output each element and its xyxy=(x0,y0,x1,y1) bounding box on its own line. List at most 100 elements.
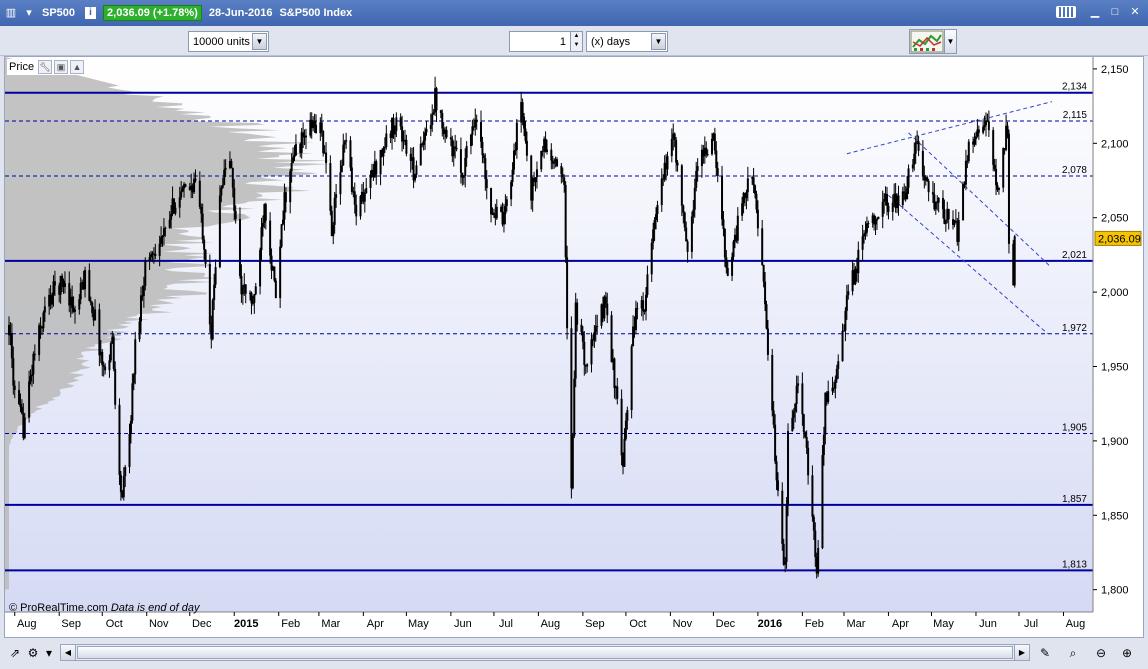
period-value[interactable]: 1 xyxy=(510,36,570,48)
candle-body xyxy=(624,420,627,439)
scroll-thumb[interactable] xyxy=(77,646,1013,659)
candle-body xyxy=(787,431,790,505)
candle-body xyxy=(964,160,967,185)
candle-body xyxy=(722,219,725,230)
minimize-button[interactable]: ▁ xyxy=(1088,5,1102,19)
period-unit-select[interactable]: (x) days ▼ xyxy=(586,31,668,52)
close-button[interactable]: ✕ xyxy=(1128,5,1142,19)
title-bar[interactable]: ▥ ▾ SP500 i 2,036.09 (+1.78%) 28-Jun-201… xyxy=(0,0,1148,26)
candle-body xyxy=(150,254,153,258)
horizontal-scrollbar[interactable]: ◀ ▶ xyxy=(60,644,1030,661)
x-tick-label: Sep xyxy=(585,618,605,630)
price-chart[interactable]: 2,134 2,115 2,078 2,021 1,972 1,905 1,857 1,813… xyxy=(4,56,1144,638)
keyboard-icon[interactable] xyxy=(1056,6,1076,18)
x-tick-label: Feb xyxy=(281,618,300,630)
x-tick-label: Aug xyxy=(541,618,561,630)
candle-body xyxy=(53,281,56,286)
candle-body xyxy=(230,160,233,168)
info-icon[interactable]: i xyxy=(85,7,97,19)
candle-body xyxy=(282,219,285,225)
candle-body xyxy=(42,312,45,329)
candle-body xyxy=(102,365,105,367)
candle-body xyxy=(290,162,293,172)
y-tick-label: 2,150 xyxy=(1101,64,1129,76)
candle-body xyxy=(897,195,900,206)
candle-body xyxy=(464,157,467,177)
candle-body xyxy=(78,299,81,310)
zoom-auto-icon[interactable]: ⌕ xyxy=(1064,644,1082,662)
candle-body xyxy=(349,140,352,168)
candle-body xyxy=(967,141,970,162)
chevron-down-icon[interactable]: ▼ xyxy=(252,33,267,50)
x-tick-label: Jul xyxy=(499,618,513,630)
period-stepper[interactable]: 1 ▲ ▼ xyxy=(509,31,583,52)
chart-window-icon[interactable]: ▥ xyxy=(4,6,18,20)
candle-body xyxy=(345,140,348,142)
zoom-out-icon[interactable]: ⊖ xyxy=(1092,644,1110,662)
chart-type-button[interactable]: ▼ xyxy=(909,29,957,54)
candle-body xyxy=(874,220,877,225)
candle-body xyxy=(401,126,404,142)
candle-body xyxy=(811,475,814,517)
drawing-tools-icon[interactable]: ✎ xyxy=(1036,644,1054,662)
candle-body xyxy=(505,199,508,207)
symbol-label[interactable]: SP500 xyxy=(42,7,75,19)
candle-body xyxy=(666,156,669,170)
chevron-down-icon[interactable]: ▾ xyxy=(40,644,58,662)
x-tick-label: Nov xyxy=(673,618,693,630)
candle-body xyxy=(231,167,234,188)
panel-config-icon[interactable]: ▣ xyxy=(54,60,69,74)
candle-body xyxy=(525,140,528,156)
candle-body xyxy=(353,191,356,205)
candle-body xyxy=(304,135,307,138)
candle-body xyxy=(901,191,904,206)
candle-body xyxy=(732,241,735,257)
x-tick-label: Aug xyxy=(1066,618,1086,630)
candle-body xyxy=(995,168,998,186)
candle-body xyxy=(211,300,214,340)
candle-body xyxy=(540,150,543,170)
candle-body xyxy=(644,294,647,312)
scroll-left-button[interactable]: ◀ xyxy=(61,645,76,660)
chevron-down-icon[interactable]: ▼ xyxy=(944,30,956,53)
candle-body xyxy=(921,150,924,177)
candle-body xyxy=(1006,125,1009,134)
candle-body xyxy=(329,163,332,211)
chart-canvas[interactable]: 2,134 2,115 2,078 2,021 1,972 1,905 1,857 1,813… xyxy=(5,57,1143,637)
candle-body xyxy=(332,224,335,237)
candle-body xyxy=(941,197,944,210)
x-tick-label: May xyxy=(408,618,429,630)
candle-body xyxy=(583,341,586,365)
candle-body xyxy=(560,166,563,175)
candle-body xyxy=(756,209,759,229)
chart-tools-icon[interactable]: ⇗ xyxy=(6,644,24,662)
panel-move-up-icon[interactable]: ▲ xyxy=(70,60,85,74)
candle-body xyxy=(581,331,584,342)
candle-body xyxy=(906,187,909,200)
units-select[interactable]: 10000 units ▼ xyxy=(188,31,269,52)
candle-body xyxy=(804,431,807,437)
candle-body xyxy=(320,122,323,132)
candle-body xyxy=(208,263,211,325)
candle-body xyxy=(18,389,21,404)
wrench-icon[interactable]: 🔧︎ xyxy=(38,60,53,74)
candle-body xyxy=(261,222,264,228)
candle-body xyxy=(484,158,487,180)
spin-arrows-icon[interactable]: ▲ ▼ xyxy=(570,32,582,51)
candle-body xyxy=(158,243,161,256)
candle-body xyxy=(274,280,277,299)
candle-body xyxy=(977,129,980,133)
candle-body xyxy=(805,436,808,448)
maximize-button[interactable]: □ xyxy=(1108,5,1122,19)
scroll-right-button[interactable]: ▶ xyxy=(1014,645,1029,660)
candle-body xyxy=(28,381,31,418)
level-label: 2,134 xyxy=(1062,82,1087,93)
candle-body xyxy=(944,220,947,224)
chevron-down-icon[interactable]: ▼ xyxy=(651,33,666,50)
candle-body xyxy=(139,295,142,322)
candle-body xyxy=(340,165,343,173)
candle-body xyxy=(765,304,768,329)
dropdown-arrow-icon[interactable]: ▾ xyxy=(22,6,36,20)
zoom-in-icon[interactable]: ⊕ xyxy=(1118,644,1136,662)
candle-body xyxy=(233,187,236,211)
